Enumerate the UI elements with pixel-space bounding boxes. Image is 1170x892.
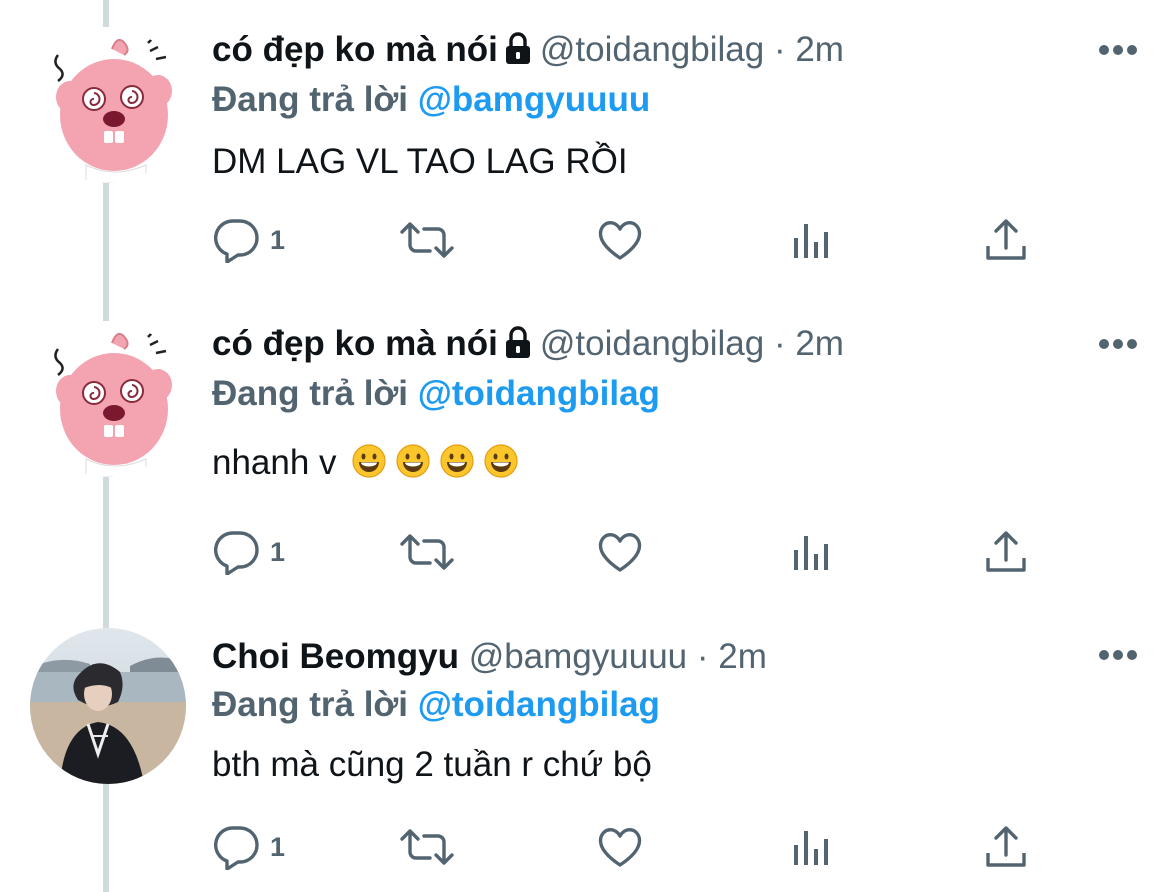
tweet-text-container: nhanh v	[212, 438, 528, 488]
grinning-face-emoji	[352, 444, 386, 478]
more-icon[interactable]	[1098, 44, 1138, 56]
replying-to-handle[interactable]: @bamgyuuuu	[418, 80, 650, 119]
like-button[interactable]	[596, 527, 644, 577]
display-name[interactable]: có đẹp ko mà nói	[212, 30, 498, 69]
pink-beaver-avatar-image	[30, 27, 186, 183]
grinning-face-emoji	[396, 444, 430, 478]
share-button[interactable]	[984, 527, 1028, 577]
share-icon	[986, 219, 1026, 260]
separator-dot: ·	[773, 30, 786, 69]
separator-dot: ·	[773, 324, 786, 363]
avatar[interactable]	[30, 321, 186, 477]
heart-icon	[598, 221, 642, 260]
reply-icon	[214, 219, 259, 263]
share-icon	[986, 826, 1026, 867]
pink-beaver-avatar-image	[30, 321, 186, 477]
separator-dot: ·	[696, 637, 709, 676]
reply-count: 1	[270, 224, 286, 255]
tweet-text: DM LAG VL TAO LAG RỒI	[212, 142, 628, 181]
analytics-icon	[794, 831, 828, 865]
timestamp[interactable]: 2m	[718, 637, 767, 676]
replying-to: Đang trả lời @toidangbilag	[212, 369, 660, 419]
lock-icon	[505, 326, 530, 358]
analytics-icon	[794, 536, 828, 570]
replying-to-label: Đang trả lời	[212, 80, 409, 119]
reply-icon	[214, 826, 259, 870]
retweet-button[interactable]	[398, 215, 456, 265]
tweet-actions: 1	[212, 822, 1042, 872]
user-handle[interactable]: @toidangbilag	[540, 324, 764, 363]
views-button[interactable]	[792, 527, 832, 577]
retweet-icon	[400, 829, 454, 865]
reply-button[interactable]: 1	[212, 822, 285, 872]
tweet-text: bth mà cũng 2 tuần r chứ bộ	[212, 745, 652, 784]
display-name[interactable]: có đẹp ko mà nói	[212, 324, 498, 363]
timestamp[interactable]: 2m	[795, 30, 844, 69]
analytics-icon	[794, 224, 828, 258]
replying-to-handle[interactable]: @toidangbilag	[418, 685, 660, 724]
lock-icon	[505, 32, 530, 64]
like-button[interactable]	[596, 822, 644, 872]
replying-to: Đang trả lời @bamgyuuuu	[212, 75, 650, 125]
user-handle[interactable]: @bamgyuuuu	[469, 637, 687, 676]
more-icon[interactable]	[1098, 649, 1138, 661]
beach-photo-avatar-image	[30, 628, 186, 784]
views-button[interactable]	[792, 822, 832, 872]
share-button[interactable]	[984, 822, 1028, 872]
display-name[interactable]: Choi Beomgyu	[212, 637, 459, 676]
retweet-button[interactable]	[398, 527, 456, 577]
share-icon	[986, 531, 1026, 572]
replying-to-handle[interactable]: @toidangbilag	[418, 374, 660, 413]
heart-icon	[598, 533, 642, 572]
reply-count: 1	[270, 536, 286, 567]
heart-icon	[598, 828, 642, 867]
views-button[interactable]	[792, 215, 832, 265]
reply-icon	[214, 531, 259, 575]
avatar[interactable]	[30, 27, 186, 183]
replying-to-label: Đang trả lời	[212, 374, 409, 413]
retweet-icon	[400, 534, 454, 570]
reply-count: 1	[270, 831, 286, 862]
like-button[interactable]	[596, 215, 644, 265]
tweet-text: nhanh v	[212, 443, 337, 482]
more-icon[interactable]	[1098, 338, 1138, 350]
retweet-icon	[400, 222, 454, 258]
tweet-actions: 1	[212, 215, 1042, 265]
replying-to-label: Đang trả lời	[212, 685, 409, 724]
share-button[interactable]	[984, 215, 1028, 265]
grinning-face-emoji	[484, 444, 518, 478]
replying-to: Đang trả lời @toidangbilag	[212, 680, 660, 730]
tweet-actions: 1	[212, 527, 1042, 577]
reply-button[interactable]: 1	[212, 215, 285, 265]
reply-button[interactable]: 1	[212, 527, 285, 577]
avatar[interactable]	[30, 628, 186, 784]
timestamp[interactable]: 2m	[795, 324, 844, 363]
retweet-button[interactable]	[398, 822, 456, 872]
user-handle[interactable]: @toidangbilag	[540, 30, 764, 69]
tweet-header: có đẹp ko mà nói @toidangbilag · 2m	[212, 25, 844, 75]
tweet-header: có đẹp ko mà nói @toidangbilag · 2m	[212, 319, 844, 369]
grinning-face-emoji	[440, 444, 474, 478]
tweet-header: Choi Beomgyu @bamgyuuuu · 2m	[212, 632, 767, 682]
